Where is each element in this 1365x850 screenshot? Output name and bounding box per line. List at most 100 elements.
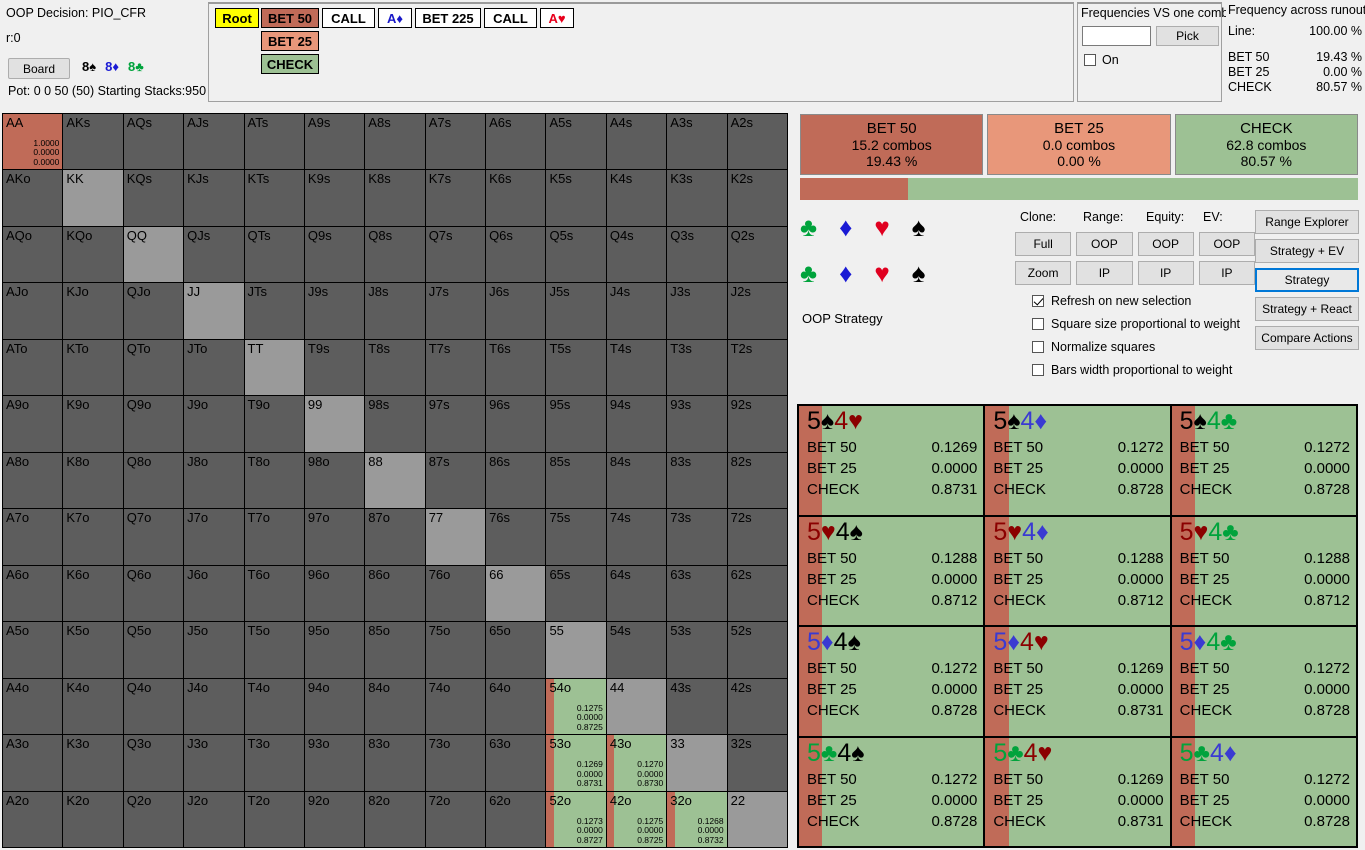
matrix-cell[interactable]: 72s bbox=[727, 509, 787, 565]
matrix-cell[interactable]: QTo bbox=[123, 339, 184, 396]
suit-toggle-heart-icon[interactable]: ♥ bbox=[874, 214, 889, 240]
matrix-cell[interactable]: TT bbox=[244, 339, 304, 396]
matrix-cell[interactable]: A5s bbox=[546, 114, 606, 170]
matrix-cell[interactable]: KJo bbox=[63, 283, 123, 339]
matrix-cell[interactable]: Q8s bbox=[365, 226, 425, 283]
matrix-cell[interactable]: A2o bbox=[3, 791, 63, 847]
matrix-cell[interactable]: ATs bbox=[244, 114, 304, 170]
suit-toggle-club-icon[interactable]: ♣ bbox=[800, 214, 817, 240]
matrix-cell[interactable]: K5s bbox=[546, 170, 606, 226]
matrix-cell[interactable]: J5o bbox=[184, 622, 244, 678]
matrix-cell[interactable]: K3o bbox=[63, 735, 123, 791]
matrix-cell[interactable]: K2s bbox=[727, 170, 787, 226]
matrix-cell[interactable]: T4o bbox=[244, 678, 304, 735]
combo-cell[interactable]: 5♥4♣ BET 50 0.1288 BET 25 0.0000 CHECK 0.8712 bbox=[1170, 515, 1357, 626]
matrix-cell[interactable]: AKo bbox=[3, 170, 63, 226]
matrix-cell[interactable]: 62s bbox=[727, 565, 787, 622]
tree-node-call[interactable]: CALL bbox=[322, 8, 375, 28]
matrix-cell[interactable]: AJo bbox=[3, 283, 63, 339]
combo-cell[interactable]: 5♠4♦ BET 50 0.1272 BET 25 0.0000 CHECK 0.8728 bbox=[984, 405, 1171, 516]
matrix-cell[interactable]: 74o bbox=[425, 678, 486, 735]
matrix-cell[interactable]: 92o bbox=[304, 791, 365, 847]
matrix-cell[interactable]: J3o bbox=[184, 735, 244, 791]
suit-toggle-club-icon[interactable]: ♣ bbox=[800, 260, 817, 286]
matrix-cell[interactable]: 94o bbox=[304, 678, 365, 735]
matrix-cell[interactable]: 33 bbox=[667, 735, 727, 791]
matrix-cell[interactable]: KTs bbox=[244, 170, 304, 226]
on-checkbox[interactable] bbox=[1084, 54, 1096, 66]
matrix-cell[interactable]: 65s bbox=[546, 565, 606, 622]
view-button-range-explorer[interactable]: Range Explorer bbox=[1255, 210, 1359, 234]
matrix-cell[interactable]: T7o bbox=[244, 509, 304, 565]
matrix-cell[interactable]: 86o bbox=[365, 565, 425, 622]
matrix-cell[interactable]: T5o bbox=[244, 622, 304, 678]
view-button-strategy[interactable]: Strategy bbox=[1255, 268, 1359, 292]
control-button-ip-row2-1[interactable]: IP bbox=[1076, 261, 1133, 285]
matrix-cell[interactable]: A5o bbox=[3, 622, 63, 678]
control-button-oop-row1-2[interactable]: OOP bbox=[1137, 232, 1194, 256]
matrix-cell[interactable]: Q3o bbox=[123, 735, 184, 791]
matrix-cell[interactable]: 53o 0.1269 0.0000 0.8731 bbox=[546, 735, 606, 791]
tree-node-call[interactable]: CALL bbox=[484, 8, 537, 28]
combo-cell[interactable]: 5♠4♣ BET 50 0.1272 BET 25 0.0000 CHECK 0.8728 bbox=[1170, 405, 1357, 516]
matrix-cell[interactable]: 32o 0.1268 0.0000 0.8732 bbox=[667, 791, 727, 847]
matrix-cell[interactable]: T8o bbox=[244, 452, 304, 509]
combo-cell[interactable]: 5♥4♦ BET 50 0.1288 BET 25 0.0000 CHECK 0.8712 bbox=[984, 515, 1171, 626]
tree-node-bet-225[interactable]: BET 225 bbox=[415, 8, 481, 28]
matrix-cell[interactable]: J4s bbox=[606, 283, 667, 339]
matrix-cell[interactable]: A8o bbox=[3, 452, 63, 509]
matrix-cell[interactable]: 54s bbox=[606, 622, 667, 678]
matrix-cell[interactable]: 52s bbox=[727, 622, 787, 678]
matrix-cell[interactable]: A2s bbox=[727, 114, 787, 170]
matrix-cell[interactable]: 32s bbox=[727, 735, 787, 791]
control-button-ip-row2-2[interactable]: IP bbox=[1137, 261, 1194, 285]
checkbox[interactable] bbox=[1032, 318, 1044, 330]
matrix-cell[interactable]: 54o 0.1275 0.0000 0.8725 bbox=[546, 678, 606, 735]
board-button[interactable]: Board bbox=[8, 58, 70, 79]
matrix-cell[interactable]: T9o bbox=[244, 396, 304, 452]
view-button-compare-actions[interactable]: Compare Actions bbox=[1255, 326, 1359, 350]
matrix-cell[interactable]: J7s bbox=[425, 283, 486, 339]
matrix-cell[interactable]: J4o bbox=[184, 678, 244, 735]
matrix-cell[interactable]: Q8o bbox=[123, 452, 184, 509]
combo-cell[interactable]: 5♣4♥ BET 50 0.1269 BET 25 0.0000 CHECK 0.8731 bbox=[984, 736, 1171, 847]
matrix-cell[interactable]: Q9o bbox=[123, 396, 184, 452]
matrix-cell[interactable]: 66 bbox=[486, 565, 546, 622]
matrix-cell[interactable]: 62o bbox=[486, 791, 546, 847]
matrix-cell[interactable]: 42o 0.1275 0.0000 0.8725 bbox=[606, 791, 667, 847]
matrix-cell[interactable]: JTs bbox=[244, 283, 304, 339]
control-button-oop-row1-3[interactable]: OOP bbox=[1198, 232, 1255, 256]
matrix-cell[interactable]: 76s bbox=[486, 509, 546, 565]
matrix-cell[interactable]: Q5s bbox=[546, 226, 606, 283]
matrix-cell[interactable]: 44 bbox=[606, 678, 667, 735]
suit-toggle-spade-icon[interactable]: ♠ bbox=[912, 260, 926, 286]
matrix-cell[interactable]: 75s bbox=[546, 509, 606, 565]
matrix-cell[interactable]: Q7o bbox=[123, 509, 184, 565]
matrix-cell[interactable]: J2o bbox=[184, 791, 244, 847]
matrix-cell[interactable]: 42s bbox=[727, 678, 787, 735]
matrix-cell[interactable]: T6s bbox=[486, 339, 546, 396]
checkbox[interactable] bbox=[1032, 295, 1044, 307]
matrix-cell[interactable]: J3s bbox=[667, 283, 727, 339]
matrix-cell[interactable]: K2o bbox=[63, 791, 123, 847]
action-box-bet-25[interactable]: BET 25 0.0 combos 0.00 % bbox=[987, 114, 1171, 175]
matrix-cell[interactable]: 95o bbox=[304, 622, 365, 678]
matrix-cell[interactable]: AJs bbox=[184, 114, 244, 170]
matrix-cell[interactable]: 55 bbox=[546, 622, 606, 678]
matrix-cell[interactable]: J9s bbox=[304, 283, 365, 339]
suit-row-first-card[interactable]: ♣ ♦ ♥ ♠ bbox=[800, 214, 926, 240]
combo-input[interactable] bbox=[1082, 26, 1151, 46]
matrix-cell[interactable]: J6o bbox=[184, 565, 244, 622]
matrix-cell[interactable]: Q5o bbox=[123, 622, 184, 678]
matrix-cell[interactable]: A4s bbox=[606, 114, 667, 170]
matrix-cell[interactable]: 76o bbox=[425, 565, 486, 622]
suit-row-second-card[interactable]: ♣ ♦ ♥ ♠ bbox=[800, 260, 926, 286]
matrix-cell[interactable]: Q6s bbox=[486, 226, 546, 283]
control-button-ip-row2-3[interactable]: IP bbox=[1198, 261, 1255, 285]
matrix-cell[interactable]: T3s bbox=[667, 339, 727, 396]
matrix-cell[interactable]: A9o bbox=[3, 396, 63, 452]
matrix-cell[interactable]: Q9s bbox=[304, 226, 365, 283]
matrix-cell[interactable]: 96o bbox=[304, 565, 365, 622]
matrix-cell[interactable]: 87o bbox=[365, 509, 425, 565]
matrix-cell[interactable]: 65o bbox=[486, 622, 546, 678]
